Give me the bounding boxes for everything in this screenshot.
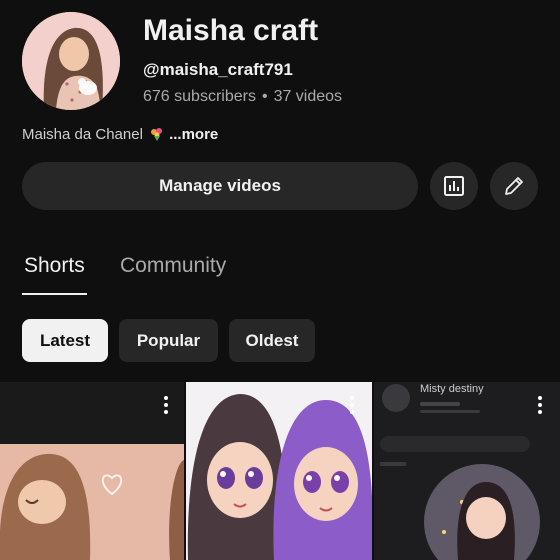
short-thumbnail[interactable] — [186, 382, 372, 560]
short-thumbnail[interactable]: Misty destiny — [374, 382, 560, 560]
channel-avatar[interactable] — [22, 12, 120, 110]
short-thumbnail-image — [374, 382, 560, 560]
tab-shorts[interactable]: Shorts — [24, 254, 85, 278]
edit-channel-button[interactable] — [490, 162, 538, 210]
channel-handle: @maisha_craft791 — [143, 60, 293, 79]
video-count: 37 videos — [273, 88, 343, 105]
tab-community[interactable]: Community — [120, 254, 226, 278]
channel-name: Maisha craft — [143, 14, 319, 47]
channel-stats: 676 subscribers • 37 videos — [143, 88, 342, 106]
avatar-illustration — [22, 12, 120, 110]
description-text: Maisha da Chanel — [22, 126, 143, 143]
short-thumbnail-image — [0, 444, 184, 560]
chip-oldest[interactable]: Oldest — [229, 319, 315, 362]
overlay-channel-title: Misty destiny — [420, 383, 484, 395]
selected-tab-indicator — [22, 293, 87, 295]
more-options-icon[interactable] — [538, 396, 542, 417]
chip-latest[interactable]: Latest — [22, 319, 108, 362]
analytics-icon — [444, 176, 464, 196]
short-thumbnail[interactable] — [0, 382, 184, 560]
pencil-icon — [505, 177, 523, 195]
channel-description[interactable]: Maisha da Chanel ...more — [22, 126, 218, 143]
more-options-icon[interactable] — [164, 396, 168, 417]
short-thumbnail-image — [186, 382, 372, 560]
manage-videos-button[interactable]: Manage videos — [22, 162, 418, 210]
stats-separator: • — [261, 88, 268, 105]
more-link[interactable]: ...more — [169, 126, 218, 143]
more-options-icon[interactable] — [350, 396, 354, 417]
analytics-button[interactable] — [430, 162, 478, 210]
bouquet-icon — [149, 127, 165, 141]
chip-popular[interactable]: Popular — [119, 319, 218, 362]
subscriber-count: 676 subscribers — [143, 88, 256, 105]
